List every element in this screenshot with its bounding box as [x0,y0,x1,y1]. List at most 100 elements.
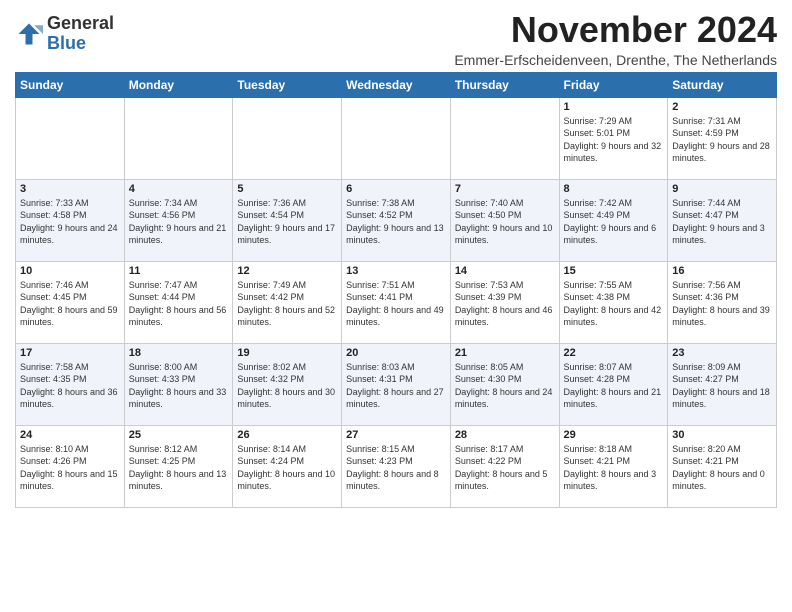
day-info: Sunrise: 8:17 AMSunset: 4:22 PMDaylight:… [455,443,555,493]
day-info: Sunrise: 8:10 AMSunset: 4:26 PMDaylight:… [20,443,120,493]
day-cell: 6 Sunrise: 7:38 AMSunset: 4:52 PMDaylight… [342,179,451,261]
day-info: Sunrise: 7:55 AMSunset: 4:38 PMDaylight:… [564,279,664,329]
day-number: 16 [672,265,772,277]
logo: General Blue [15,14,114,54]
day-info: Sunrise: 8:18 AMSunset: 4:21 PMDaylight:… [564,443,664,493]
day-cell: 27 Sunrise: 8:15 AMSunset: 4:23 PMDayligh… [342,425,451,507]
day-info: Sunrise: 8:15 AMSunset: 4:23 PMDaylight:… [346,443,446,493]
day-cell: 14Sunrise: 7:53 AMSunset: 4:39 PMDayligh… [450,261,559,343]
col-saturday: Saturday [668,72,777,97]
day-cell: 7 Sunrise: 7:40 AMSunset: 4:50 PMDaylight… [450,179,559,261]
day-cell: 2 Sunrise: 7:31 AMSunset: 4:59 PMDaylight… [668,97,777,179]
day-info: Sunrise: 8:00 AMSunset: 4:33 PMDaylight:… [129,361,229,411]
day-cell: 21 Sunrise: 8:05 AMSunset: 4:30 PMDayligh… [450,343,559,425]
day-info: Sunrise: 7:58 AMSunset: 4:35 PMDaylight:… [20,361,120,411]
week-row-4: 17Sunrise: 7:58 AMSunset: 4:35 PMDayligh… [16,343,777,425]
day-info: Sunrise: 8:14 AMSunset: 4:24 PMDaylight:… [237,443,337,493]
day-cell: 22 Sunrise: 8:07 AMSunset: 4:28 PMDayligh… [559,343,668,425]
day-cell: 4 Sunrise: 7:34 AMSunset: 4:56 PMDaylight… [124,179,233,261]
month-title: November 2024 [454,10,777,50]
day-info: Sunrise: 8:05 AMSunset: 4:30 PMDaylight:… [455,361,555,411]
day-number: 15 [564,265,664,277]
week-row-2: 3Sunrise: 7:33 AMSunset: 4:58 PMDaylight… [16,179,777,261]
day-cell: 16 Sunrise: 7:56 AMSunset: 4:36 PMDayligh… [668,261,777,343]
day-number: 22 [564,347,664,359]
day-number: 2 [672,101,772,113]
day-cell: 17Sunrise: 7:58 AMSunset: 4:35 PMDayligh… [16,343,125,425]
day-number: 4 [129,183,229,195]
day-number: 10 [20,265,120,277]
col-tuesday: Tuesday [233,72,342,97]
logo-blue: Blue [47,34,114,54]
day-number: 19 [237,347,337,359]
day-number: 20 [346,347,446,359]
day-number: 9 [672,183,772,195]
day-number: 23 [672,347,772,359]
day-number: 21 [455,347,555,359]
week-row-3: 10 Sunrise: 7:46 AMSunset: 4:45 PMDayligh… [16,261,777,343]
day-cell [342,97,451,179]
day-cell: 25 Sunrise: 8:12 AMSunset: 4:25 PMDayligh… [124,425,233,507]
day-info: Sunrise: 7:42 AMSunset: 4:49 PMDaylight:… [564,197,664,247]
day-info: Sunrise: 8:02 AMSunset: 4:32 PMDaylight:… [237,361,337,411]
day-cell: 1Sunrise: 7:29 AMSunset: 5:01 PMDaylight… [559,97,668,179]
day-cell: 29 Sunrise: 8:18 AMSunset: 4:21 PMDayligh… [559,425,668,507]
calendar-table: Sunday Monday Tuesday Wednesday Thursday… [15,72,777,508]
day-cell: 15 Sunrise: 7:55 AMSunset: 4:38 PMDayligh… [559,261,668,343]
day-cell [450,97,559,179]
day-info: Sunrise: 8:07 AMSunset: 4:28 PMDaylight:… [564,361,664,411]
day-info: Sunrise: 7:31 AMSunset: 4:59 PMDaylight:… [672,115,772,165]
calendar-header: Sunday Monday Tuesday Wednesday Thursday… [16,72,777,97]
calendar-page: General Blue November 2024 Emmer-Erfsche… [0,0,792,518]
day-info: Sunrise: 7:34 AMSunset: 4:56 PMDaylight:… [129,197,229,247]
day-cell: 11 Sunrise: 7:47 AMSunset: 4:44 PMDayligh… [124,261,233,343]
day-cell [16,97,125,179]
day-info: Sunrise: 8:12 AMSunset: 4:25 PMDaylight:… [129,443,229,493]
day-info: Sunrise: 7:38 AMSunset: 4:52 PMDaylight:… [346,197,446,247]
day-number: 18 [129,347,229,359]
calendar-body: 1Sunrise: 7:29 AMSunset: 5:01 PMDaylight… [16,97,777,507]
day-cell: 18 Sunrise: 8:00 AMSunset: 4:33 PMDayligh… [124,343,233,425]
logo-icon [15,20,43,48]
logo-general: General [47,14,114,34]
day-number: 1 [564,101,664,113]
day-info: Sunrise: 7:47 AMSunset: 4:44 PMDaylight:… [129,279,229,329]
day-info: Sunrise: 8:03 AMSunset: 4:31 PMDaylight:… [346,361,446,411]
day-info: Sunrise: 7:51 AMSunset: 4:41 PMDaylight:… [346,279,446,329]
title-section: November 2024 Emmer-Erfscheidenveen, Dre… [454,10,777,68]
day-info: Sunrise: 7:40 AMSunset: 4:50 PMDaylight:… [455,197,555,247]
day-info: Sunrise: 7:44 AMSunset: 4:47 PMDaylight:… [672,197,772,247]
day-info: Sunrise: 7:49 AMSunset: 4:42 PMDaylight:… [237,279,337,329]
day-number: 7 [455,183,555,195]
day-cell [233,97,342,179]
day-info: Sunrise: 7:46 AMSunset: 4:45 PMDaylight:… [20,279,120,329]
day-info: Sunrise: 8:09 AMSunset: 4:27 PMDaylight:… [672,361,772,411]
day-number: 12 [237,265,337,277]
col-sunday: Sunday [16,72,125,97]
week-row-5: 24 Sunrise: 8:10 AMSunset: 4:26 PMDayligh… [16,425,777,507]
day-cell: 3Sunrise: 7:33 AMSunset: 4:58 PMDaylight… [16,179,125,261]
day-cell: 30Sunrise: 8:20 AMSunset: 4:21 PMDayligh… [668,425,777,507]
day-number: 5 [237,183,337,195]
day-cell: 19 Sunrise: 8:02 AMSunset: 4:32 PMDayligh… [233,343,342,425]
day-number: 3 [20,183,120,195]
day-info: Sunrise: 7:56 AMSunset: 4:36 PMDaylight:… [672,279,772,329]
col-friday: Friday [559,72,668,97]
day-cell [124,97,233,179]
day-number: 11 [129,265,229,277]
col-thursday: Thursday [450,72,559,97]
day-number: 30 [672,429,772,441]
day-number: 24 [20,429,120,441]
day-cell: 26Sunrise: 8:14 AMSunset: 4:24 PMDayligh… [233,425,342,507]
day-number: 14 [455,265,555,277]
day-number: 29 [564,429,664,441]
col-wednesday: Wednesday [342,72,451,97]
day-number: 27 [346,429,446,441]
day-number: 25 [129,429,229,441]
header-row: Sunday Monday Tuesday Wednesday Thursday… [16,72,777,97]
day-number: 6 [346,183,446,195]
subtitle: Emmer-Erfscheidenveen, Drenthe, The Neth… [454,52,777,68]
day-info: Sunrise: 7:36 AMSunset: 4:54 PMDaylight:… [237,197,337,247]
day-cell: 13Sunrise: 7:51 AMSunset: 4:41 PMDayligh… [342,261,451,343]
header: General Blue November 2024 Emmer-Erfsche… [15,10,777,68]
